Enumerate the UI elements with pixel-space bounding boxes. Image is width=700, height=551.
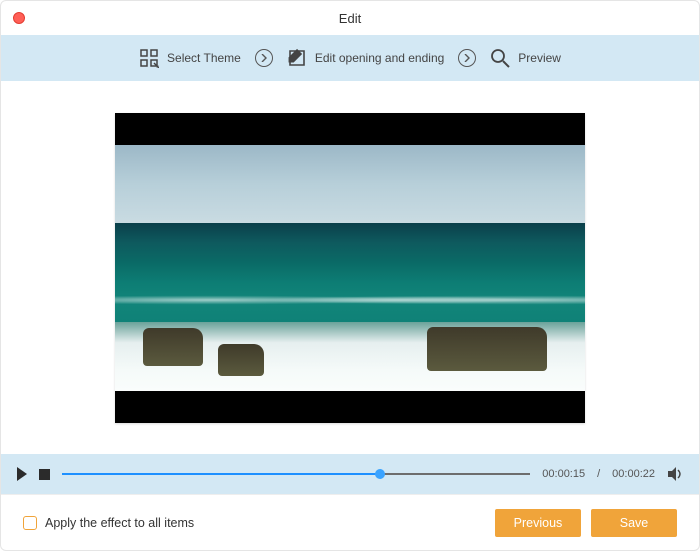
volume-icon[interactable] — [667, 466, 683, 482]
preview-label: Preview — [518, 51, 561, 65]
transport-bar: 00:00:15 / 00:00:22 — [1, 454, 699, 494]
letterbox-top — [115, 113, 585, 145]
close-dot[interactable] — [13, 12, 25, 24]
video-area — [1, 81, 699, 454]
titlebar: Edit — [1, 1, 699, 35]
video-frame[interactable] — [115, 113, 585, 423]
edit-opening-ending-label: Edit opening and ending — [315, 51, 444, 65]
select-theme-step[interactable]: Select Theme — [139, 48, 241, 68]
letterbox-bottom — [115, 391, 585, 423]
time-separator: / — [597, 468, 600, 480]
save-button[interactable]: Save — [591, 509, 677, 537]
seek-fill — [62, 473, 380, 475]
duration: 00:00:22 — [612, 468, 655, 480]
video-content — [115, 145, 585, 391]
chevron-right-icon — [255, 49, 273, 67]
edit-window: Edit Select Theme Edit opening and endin… — [0, 0, 700, 551]
apply-all-checkbox[interactable]: Apply the effect to all items — [23, 516, 194, 530]
magnifier-icon — [490, 48, 510, 68]
traffic-lights — [13, 12, 25, 24]
edit-pencil-icon — [287, 48, 307, 68]
theme-grid-icon — [139, 48, 159, 68]
seek-slider[interactable] — [62, 466, 530, 482]
checkbox-box[interactable] — [23, 516, 37, 530]
stop-button[interactable] — [39, 469, 50, 480]
apply-all-label: Apply the effect to all items — [45, 516, 194, 530]
window-title: Edit — [1, 11, 699, 26]
previous-button[interactable]: Previous — [495, 509, 581, 537]
footer-bar: Apply the effect to all items Previous S… — [1, 494, 699, 550]
current-time: 00:00:15 — [542, 468, 585, 480]
seek-thumb[interactable] — [375, 469, 385, 479]
edit-opening-ending-step[interactable]: Edit opening and ending — [287, 48, 444, 68]
chevron-right-icon — [458, 49, 476, 67]
step-toolbar: Select Theme Edit opening and ending Pre… — [1, 35, 699, 81]
preview-step[interactable]: Preview — [490, 48, 561, 68]
play-button[interactable] — [17, 467, 27, 481]
select-theme-label: Select Theme — [167, 51, 241, 65]
